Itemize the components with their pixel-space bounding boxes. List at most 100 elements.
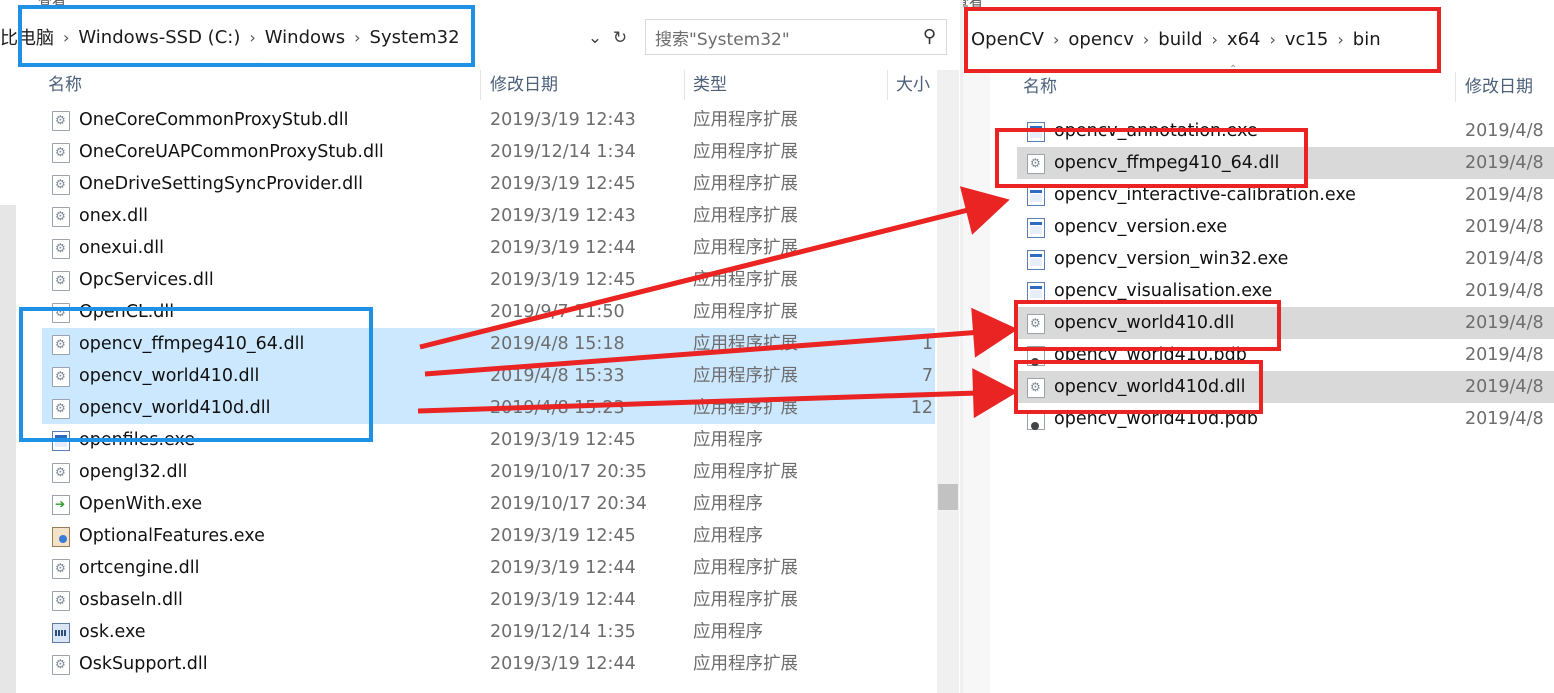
navigation-pane-edge	[0, 205, 16, 693]
table-row[interactable]: opengl32.dll 2019/10/17 20:35 应用程序扩展	[42, 456, 935, 488]
breadcrumb-chevron-icon[interactable]: ›	[354, 28, 360, 47]
breadcrumb-opencv-folder[interactable]: opencv	[1068, 29, 1133, 50]
column-divider[interactable]	[480, 70, 481, 100]
search-input[interactable]: 搜索"System32" ⚲	[645, 19, 947, 55]
file-type: 应用程序	[693, 430, 763, 450]
breadcrumb-chevron-icon[interactable]: ›	[63, 28, 69, 47]
dll-icon	[52, 143, 70, 163]
table-row[interactable]: onex.dll 2019/3/19 12:43 应用程序扩展	[42, 200, 935, 232]
table-row[interactable]: opencv_interactive-calibration.exe 2019/4…	[1017, 179, 1554, 211]
column-header-date[interactable]: 修改日期	[490, 68, 558, 102]
breadcrumb-drive-c[interactable]: Windows-SSD (C:)	[78, 27, 240, 48]
table-row[interactable]: OneCoreCommonProxyStub.dll 2019/3/19 12:4…	[42, 104, 935, 136]
file-name: onexui.dll	[79, 238, 164, 258]
file-name: opencv_world410d.dll	[79, 398, 271, 418]
table-row[interactable]: opencv_world410d.pdb 2019/4/8	[1017, 403, 1554, 435]
file-date: 2019/3/19 12:44	[490, 238, 636, 258]
breadcrumb-x64[interactable]: x64	[1227, 29, 1261, 50]
file-name: osk.exe	[79, 622, 146, 642]
file-type: 应用程序扩展	[693, 238, 798, 258]
breadcrumb-chevron-icon[interactable]: ›	[1270, 30, 1276, 49]
dll-icon	[52, 303, 70, 323]
file-type: 应用程序扩展	[693, 270, 798, 290]
breadcrumb-opencv[interactable]: OpenCV	[971, 29, 1044, 50]
exe-icon	[1027, 250, 1045, 270]
file-name: osbaseln.dll	[79, 590, 183, 610]
exe-icon	[1027, 282, 1045, 302]
vertical-scrollbar[interactable]	[937, 70, 959, 693]
explorer-window-opencv-bin: 查看 OpenCV › opencv › build › x64 › vc15 …	[963, 0, 1554, 693]
table-row[interactable]: opencv_annotation.exe 2019/4/8	[1017, 115, 1554, 147]
search-placeholder: 搜索"System32"	[655, 29, 790, 50]
ribbon-tab-fragment[interactable]: 查看	[38, 0, 66, 11]
table-row[interactable]: osbaseln.dll 2019/3/19 12:44 应用程序扩展	[42, 584, 935, 616]
file-type: 应用程序	[693, 494, 763, 514]
breadcrumb-chevron-icon[interactable]: ›	[1337, 30, 1343, 49]
table-row[interactable]: OskSupport.dll 2019/3/19 12:44 应用程序扩展	[42, 648, 935, 680]
file-date: 2019/4/8 15:18	[490, 334, 625, 354]
table-row[interactable]: osk.exe 2019/12/14 1:35 应用程序	[42, 616, 935, 648]
breadcrumb-system32[interactable]: System32	[370, 27, 460, 48]
table-row[interactable]: ortcengine.dll 2019/3/19 12:44 应用程序扩展	[42, 552, 935, 584]
table-row[interactable]: opencv_world410.pdb 2019/4/8	[1017, 339, 1554, 371]
table-row[interactable]: OptionalFeatures.exe 2019/3/19 12:45 应用程序	[42, 520, 935, 552]
file-type: 应用程序扩展	[693, 302, 798, 322]
scrollbar-thumb[interactable]	[938, 484, 958, 510]
breadcrumb-windows[interactable]: Windows	[265, 27, 345, 48]
table-row[interactable]: OpcServices.dll 2019/3/19 12:45 应用程序扩展	[42, 264, 935, 296]
breadcrumb-vc15[interactable]: vc15	[1285, 29, 1328, 50]
column-header-size[interactable]: 大小	[896, 68, 930, 102]
table-row[interactable]: OneCoreUAPCommonProxyStub.dll 2019/12/14 …	[42, 136, 935, 168]
dll-icon	[52, 111, 70, 131]
dll-icon	[52, 367, 70, 387]
breadcrumb-chevron-icon[interactable]: ›	[1212, 30, 1218, 49]
file-date: 2019/4/8	[1465, 153, 1544, 173]
ribbon-tab-fragment[interactable]: 查看	[963, 0, 983, 11]
table-row[interactable]: opencv_visualisation.exe 2019/4/8	[1017, 275, 1554, 307]
table-row[interactable]: openfiles.exe 2019/3/19 12:45 应用程序	[42, 424, 935, 456]
table-row[interactable]: opencv_ffmpeg410_64.dll 2019/4/8 15:18 应用程…	[42, 328, 935, 360]
file-name: opencv_ffmpeg410_64.dll	[1054, 153, 1280, 173]
column-divider[interactable]	[684, 70, 685, 100]
breadcrumb-chevron-icon[interactable]: ›	[1053, 30, 1059, 49]
table-row[interactable]: opencv_world410d.dll 2019/4/8 15:23 应用程序扩展…	[42, 392, 935, 424]
address-bar[interactable]: OpenCV › opencv › build › x64 › vc15 › b…	[965, 17, 1388, 61]
breadcrumb-chevron-icon[interactable]: ›	[249, 28, 255, 47]
column-header-date[interactable]: 修改日期	[1465, 70, 1533, 104]
address-bar[interactable]: 比电脑 › Windows-SSD (C:) › Windows › Syste…	[0, 15, 467, 59]
refresh-icon[interactable]: ↻	[608, 24, 632, 52]
column-header-type[interactable]: 类型	[693, 68, 727, 102]
breadcrumb-build[interactable]: build	[1158, 29, 1202, 50]
exe-icon	[1027, 186, 1045, 206]
file-size: 12	[910, 398, 933, 418]
table-row[interactable]: opencv_version.exe 2019/4/8	[1017, 211, 1554, 243]
table-row[interactable]: opencv_version_win32.exe 2019/4/8	[1017, 243, 1554, 275]
breadcrumb-bin[interactable]: bin	[1353, 29, 1381, 50]
table-row[interactable]: opencv_world410.dll 2019/4/8	[1017, 307, 1554, 339]
file-date: 2019/12/14 1:34	[490, 142, 636, 162]
table-row[interactable]: OpenCL.dll 2019/9/7 11:50 应用程序扩展	[42, 296, 935, 328]
column-header-name[interactable]: 名称	[48, 68, 82, 102]
file-date: 2019/3/19 12:45	[490, 430, 636, 450]
table-row[interactable]: OpenWith.exe 2019/10/17 20:34 应用程序	[42, 488, 935, 520]
column-divider[interactable]	[887, 70, 888, 100]
file-date: 2019/4/8	[1465, 409, 1544, 429]
file-name: opencv_world410.dll	[79, 366, 260, 386]
column-header-name[interactable]: 名称	[1023, 70, 1057, 104]
address-history-chevron-down-icon[interactable]: ⌄	[583, 24, 607, 52]
dll-icon	[52, 399, 70, 419]
table-row[interactable]: opencv_world410.dll 2019/4/8 15:33 应用程序扩展 7	[42, 360, 935, 392]
file-date: 2019/3/19 12:43	[490, 110, 636, 130]
search-icon[interactable]: ⚲	[923, 26, 936, 47]
column-divider[interactable]	[1455, 72, 1456, 102]
table-row[interactable]: opencv_ffmpeg410_64.dll 2019/4/8	[1017, 147, 1554, 179]
sort-up-icon: ⌃	[1229, 64, 1238, 75]
table-row[interactable]: onexui.dll 2019/3/19 12:44 应用程序扩展	[42, 232, 935, 264]
file-type: 应用程序扩展	[693, 174, 798, 194]
table-row[interactable]: OneDriveSettingSyncProvider.dll 2019/3/19…	[42, 168, 935, 200]
file-date: 2019/3/19 12:44	[490, 654, 636, 674]
breadcrumb-chevron-icon[interactable]: ›	[1143, 30, 1149, 49]
table-row[interactable]: opencv_world410d.dll 2019/4/8	[1017, 371, 1554, 403]
file-name: OpenCL.dll	[79, 302, 175, 322]
breadcrumb-this-pc[interactable]: 比电脑	[0, 24, 54, 50]
